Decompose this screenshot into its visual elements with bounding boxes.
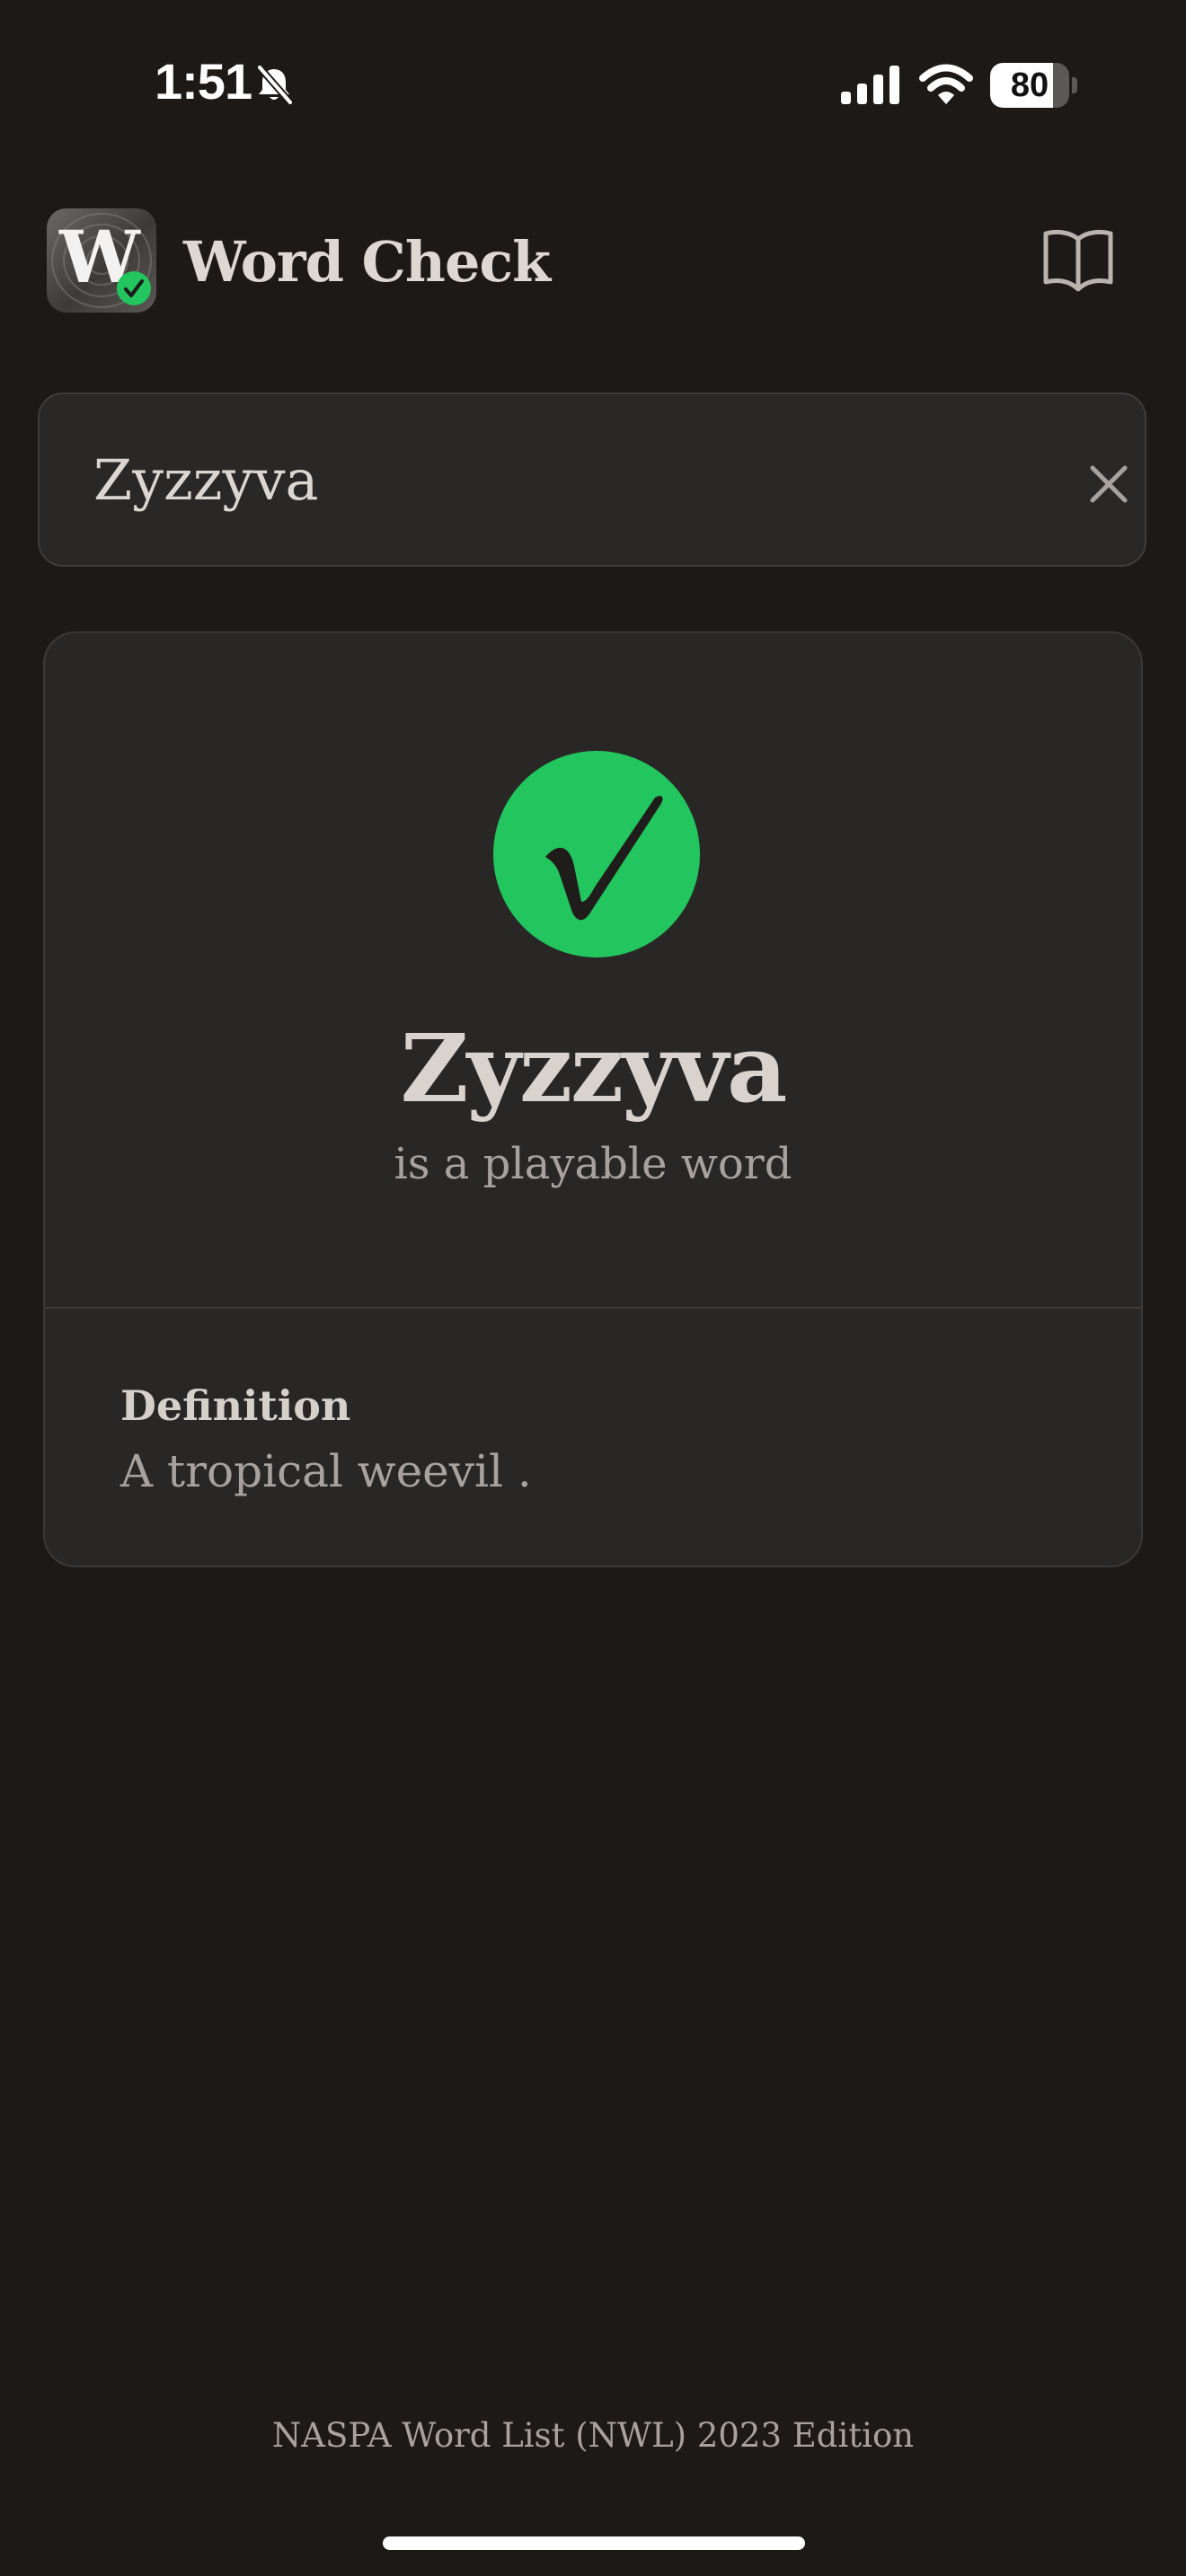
battery-percentage: 80 xyxy=(1010,66,1049,104)
definition-label: Definition xyxy=(120,1381,351,1430)
bell-slash-icon xyxy=(256,64,294,106)
open-book-icon[interactable] xyxy=(1040,225,1116,296)
app-title: Word Check xyxy=(183,229,551,295)
result-card: Zyzzyva is a playable word Definition A … xyxy=(43,631,1143,1567)
result-word: Zyzzyva xyxy=(400,1013,788,1124)
battery-indicator: 80 xyxy=(990,63,1078,108)
result-caption: is a playable word xyxy=(394,1139,792,1189)
close-icon[interactable] xyxy=(1082,457,1136,511)
status-bar: 1:51 80 xyxy=(0,0,1186,171)
cellular-signal-icon xyxy=(841,66,899,104)
search-input[interactable] xyxy=(93,439,992,520)
status-time: 1:51 xyxy=(155,53,252,110)
word-list-edition: NASPA Word List (NWL) 2023 Edition xyxy=(271,2416,915,2455)
check-icon xyxy=(124,279,144,297)
wifi-icon xyxy=(919,64,973,104)
app-logo: W xyxy=(47,208,156,313)
check-circle-icon xyxy=(493,751,700,957)
home-indicator[interactable] xyxy=(383,2536,805,2550)
logo-check-badge xyxy=(117,271,151,305)
search-field xyxy=(38,393,1146,567)
card-divider xyxy=(45,1307,1141,1309)
definition-text: A tropical weevil . xyxy=(120,1445,532,1497)
